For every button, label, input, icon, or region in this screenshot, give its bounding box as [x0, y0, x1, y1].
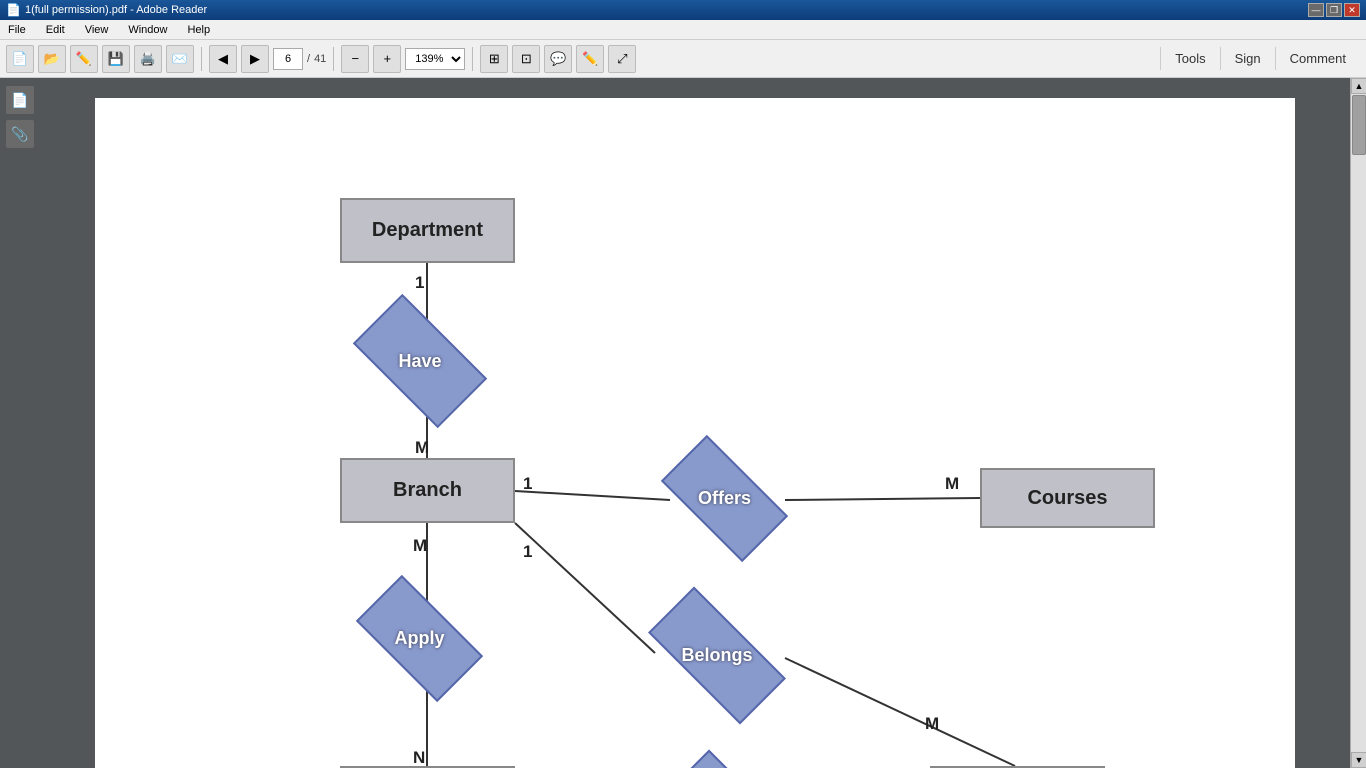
menu-view[interactable]: View — [81, 22, 113, 38]
markup-button[interactable]: ✏️ — [576, 45, 604, 73]
entity-branch: Branch — [340, 458, 515, 523]
entity-courses: Courses — [980, 468, 1155, 528]
close-button[interactable]: ✕ — [1344, 3, 1360, 17]
sidebar-page-icon[interactable]: 📄 — [6, 86, 34, 114]
menu-help[interactable]: Help — [183, 22, 214, 38]
separator-2 — [333, 47, 334, 71]
total-pages: 41 — [314, 53, 326, 65]
apply-label: Apply — [394, 628, 444, 649]
menu-file[interactable]: File — [4, 22, 30, 38]
scrollbar[interactable]: ▲ ▼ — [1350, 78, 1366, 768]
comment-right-button[interactable]: Comment — [1275, 47, 1360, 70]
card-n-apply-applicant: N — [413, 748, 425, 768]
card-m-have-branch: M — [415, 438, 429, 458]
open-button[interactable]: 📂 — [38, 45, 66, 73]
card-1-branch-belongs: 1 — [523, 542, 532, 562]
scroll-thumb[interactable] — [1352, 95, 1366, 155]
left-sidebar: 📄 📎 — [0, 78, 40, 768]
print-button[interactable]: 🖨️ — [134, 45, 162, 73]
sidebar-attachment-icon[interactable]: 📎 — [6, 120, 34, 148]
sign-button[interactable]: Sign — [1220, 47, 1275, 70]
relationship-apply: Apply — [362, 606, 477, 671]
toolbar-right: Tools Sign Comment — [1160, 47, 1360, 70]
card-m-offers-courses: M — [945, 474, 959, 494]
zoom-out-button[interactable]: − — [341, 45, 369, 73]
fullscreen-button[interactable]: ⤢ — [608, 45, 636, 73]
zoom-select[interactable]: 139% 100% 75% 50% — [405, 48, 465, 70]
email-button[interactable]: ✉️ — [166, 45, 194, 73]
separator-1 — [201, 47, 202, 71]
edit-button[interactable]: ✏️ — [70, 45, 98, 73]
pdf-page: Department Have Branch Offers Courses — [95, 98, 1295, 768]
next-page-button[interactable]: ▶ — [241, 45, 269, 73]
relationship-have: Have — [360, 326, 480, 396]
have-label: Have — [398, 351, 441, 372]
save-button[interactable]: 💾 — [102, 45, 130, 73]
card-m-belongs-student: M — [925, 714, 939, 734]
fit-page-button[interactable]: ⊞ — [480, 45, 508, 73]
main-area: 📄 📎 — [0, 78, 1366, 768]
card-1-dept-have: 1 — [415, 273, 424, 293]
relationship-offers: Offers — [667, 466, 782, 531]
belongs-label: Belongs — [681, 645, 752, 666]
window-controls[interactable]: — ❐ ✕ — [1308, 3, 1360, 17]
scroll-track[interactable] — [1351, 94, 1366, 752]
menu-edit[interactable]: Edit — [42, 22, 69, 38]
menu-bar: File Edit View Window Help — [0, 20, 1366, 40]
separator-3 — [472, 47, 473, 71]
prev-page-button[interactable]: ◀ — [209, 45, 237, 73]
page-number-input[interactable] — [273, 48, 303, 70]
fit-width-button[interactable]: ⊡ — [512, 45, 540, 73]
selected-diamond — [663, 750, 801, 768]
card-1-branch-offers: 1 — [523, 474, 532, 494]
window-title: 1(full permission).pdf - Adobe Reader — [25, 4, 207, 16]
pdf-area[interactable]: Department Have Branch Offers Courses — [40, 78, 1350, 768]
toolbar: 📄 📂 ✏️ 💾 🖨️ ✉️ ◀ ▶ / 41 − + 139% 100% 75… — [0, 40, 1366, 78]
create-button[interactable]: 📄 — [6, 45, 34, 73]
tools-button[interactable]: Tools — [1160, 47, 1219, 70]
offers-label: Offers — [698, 488, 751, 509]
menu-window[interactable]: Window — [124, 22, 171, 38]
comment-button[interactable]: 💬 — [544, 45, 572, 73]
card-m-branch-apply: M — [413, 536, 427, 556]
page-separator: / — [307, 53, 310, 65]
minimize-button[interactable]: — — [1308, 3, 1324, 17]
restore-button[interactable]: ❐ — [1326, 3, 1342, 17]
scroll-down-button[interactable]: ▼ — [1351, 752, 1366, 768]
zoom-in-button[interactable]: + — [373, 45, 401, 73]
title-bar: 📄 1(full permission).pdf - Adobe Reader … — [0, 0, 1366, 20]
entity-department: Department — [340, 198, 515, 263]
scroll-up-button[interactable]: ▲ — [1351, 78, 1366, 94]
relationship-belongs: Belongs — [652, 623, 782, 688]
title-text: 📄 1(full permission).pdf - Adobe Reader — [6, 3, 207, 17]
